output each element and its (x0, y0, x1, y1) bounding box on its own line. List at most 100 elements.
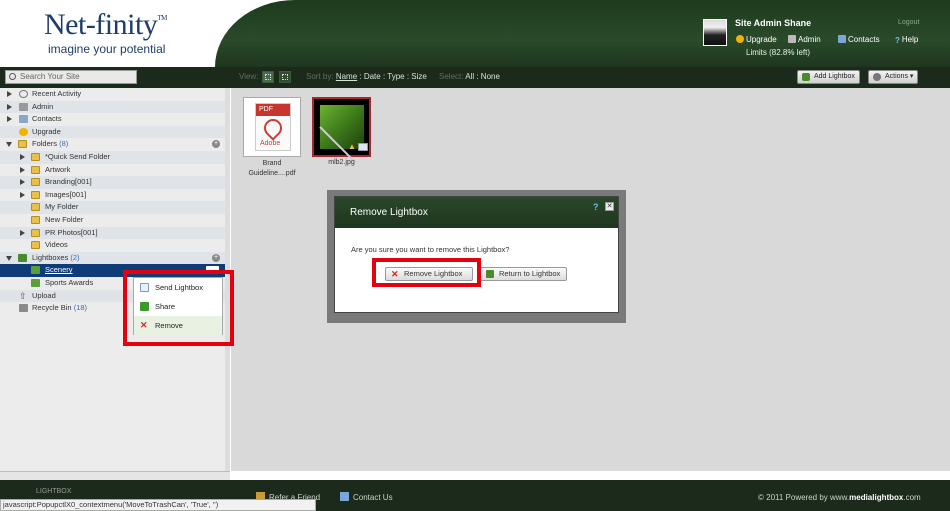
collapse-arrow-icon[interactable] (6, 142, 12, 148)
pdf-icon: PDF Adobe (255, 103, 291, 151)
admin-link[interactable]: Admin (788, 35, 821, 44)
expand-arrow-icon[interactable] (7, 116, 12, 123)
sidebar-item-new-folder[interactable]: New Folder (0, 214, 228, 227)
search-input[interactable]: Search Your Site (5, 70, 137, 84)
warning-icon: ▲ (348, 142, 356, 151)
contacts-icon (19, 115, 28, 124)
context-send-lightbox[interactable]: Send Lightbox (134, 278, 222, 297)
expand-arrow-icon[interactable] (20, 229, 25, 236)
admin-label: Admin (798, 35, 821, 44)
expand-arrow-icon[interactable] (20, 166, 25, 173)
file-thumbnail-pdf[interactable]: PDF Adobe (243, 97, 301, 157)
expand-arrow-icon[interactable] (20, 179, 25, 186)
remove-lightbox-dialog: Remove Lightbox ? ✕ Are you sure you wan… (334, 196, 619, 313)
folder-icon (31, 216, 40, 224)
upgrade-link[interactable]: Upgrade (736, 35, 777, 44)
return-to-lightbox-button[interactable]: Return to Lightbox (480, 267, 567, 281)
sidebar-item-label: Folders (32, 139, 58, 149)
add-lightbox-icon[interactable]: + (212, 253, 220, 262)
sidebar-item-label: Images[001] (45, 189, 87, 199)
expand-arrow-icon[interactable] (7, 91, 12, 97)
user-name: Site Admin Shane (735, 18, 812, 28)
contact-us-link[interactable]: Contact Us (340, 492, 393, 502)
search-icon (9, 73, 16, 80)
star-icon (736, 35, 744, 43)
sidebar-item-label: New Folder (45, 215, 84, 224)
context-remove[interactable]: ✕ Remove (134, 316, 222, 335)
context-share[interactable]: Share (134, 297, 222, 316)
logout-link[interactable]: Logout (898, 19, 919, 26)
file-thumbnail-image[interactable]: ▲ (312, 97, 371, 164)
add-lightbox-label: Add Lightbox (814, 73, 855, 80)
context-item-label: Remove (155, 321, 183, 330)
lightbox-count: (2) (70, 252, 80, 262)
thumbnail-view-button[interactable] (262, 71, 274, 83)
expand-arrow-icon[interactable] (20, 154, 25, 160)
contact-card-icon (340, 492, 349, 501)
sidebar-item-images[interactable]: Images[001] (0, 189, 228, 202)
sort-controls: Sort by: Name : Date : Type : Size (306, 72, 427, 81)
star-icon (19, 127, 28, 136)
help-icon[interactable]: ? (593, 202, 599, 212)
sidebar-item-label: Contacts (32, 114, 62, 124)
help-icon: ? (895, 36, 900, 45)
select-none-link[interactable]: : None (474, 72, 500, 81)
sidebar-item-branding[interactable]: Branding[001] (0, 176, 228, 189)
actions-button[interactable]: Actions ▾ (868, 70, 919, 84)
collapse-arrow-icon[interactable] (6, 255, 12, 261)
sidebar-item-my-folder[interactable]: My Folder (0, 201, 228, 214)
sidebar-item-label: Admin (32, 101, 54, 111)
copyright-suffix: .com (903, 493, 921, 502)
close-icon[interactable]: ✕ (605, 202, 614, 211)
expand-arrow-icon[interactable] (20, 191, 25, 198)
contacts-link[interactable]: Contacts (838, 35, 880, 44)
upgrade-label: Upgrade (746, 35, 777, 44)
folder-icon (31, 153, 40, 161)
sidebar-item-pr-photos[interactable]: PR Photos[001] (0, 226, 228, 240)
help-label: Help (901, 35, 919, 44)
contacts-label: Contacts (848, 35, 880, 44)
folder-icon (18, 140, 27, 149)
lightbox-icon (802, 73, 810, 81)
dialog-message: Are you sure you want to remove this Lig… (351, 245, 510, 254)
folder-icon (31, 178, 40, 187)
sidebar-item-lightboxes[interactable]: Lightboxes (2) + (0, 251, 228, 265)
file-name-image[interactable]: mlb2.jpg (312, 159, 371, 166)
folder-icon (31, 190, 40, 199)
sidebar-horizontal-scrollbar[interactable] (0, 471, 230, 480)
recycle-count: (18) (73, 303, 88, 313)
add-lightbox-button[interactable]: Add Lightbox (797, 70, 860, 84)
x-icon: ✕ (140, 320, 148, 330)
sort-other-links[interactable]: : Date : Type : Size (357, 72, 426, 81)
file-name-pdf[interactable]: Brand Guideline....pdf (243, 159, 301, 179)
help-link[interactable]: ? Help (895, 35, 919, 45)
sidebar-item-label: Lightboxes (32, 252, 69, 262)
search-placeholder: Search Your Site (20, 72, 80, 81)
lightbox-icon (31, 279, 40, 287)
sidebar-item-folders[interactable]: Folders (8) + (0, 138, 228, 151)
footer-logo[interactable]: LIGHTBOX (36, 488, 96, 499)
list-view-button[interactable] (279, 71, 291, 83)
add-folder-icon[interactable]: + (212, 140, 220, 149)
select-all-link[interactable]: All (465, 72, 474, 81)
sidebar-item-contacts[interactable]: Contacts (0, 113, 228, 126)
logo-text: Net-finity (44, 8, 158, 41)
sidebar-item-artwork[interactable]: Artwork (0, 164, 228, 177)
sidebar-item-admin[interactable]: Admin (0, 100, 228, 114)
lightbox-icon (18, 253, 27, 262)
file-name-line: Guideline....pdf (248, 170, 296, 177)
sidebar-item-upgrade[interactable]: Upgrade (0, 125, 228, 139)
sidebar-item-label: Branding[001] (45, 177, 92, 187)
return-to-lightbox-label: Return to Lightbox (499, 269, 561, 278)
expand-arrow-icon[interactable] (7, 103, 12, 110)
copyright-brand-link[interactable]: medialightbox (849, 493, 903, 502)
sidebar-item-label: Recent Activity (32, 89, 82, 98)
sidebar-item-quick-send-folder[interactable]: *Quick Send Folder (0, 151, 228, 164)
logo[interactable]: Net-finityTM (44, 8, 167, 42)
share-icon (140, 302, 149, 311)
wrench-icon (788, 35, 796, 43)
sort-name-link[interactable]: Name (336, 72, 357, 81)
sidebar-item-recent-activity[interactable]: Recent Activity (0, 88, 228, 101)
sidebar-item-videos[interactable]: Videos (0, 239, 228, 252)
avatar[interactable] (703, 19, 727, 46)
